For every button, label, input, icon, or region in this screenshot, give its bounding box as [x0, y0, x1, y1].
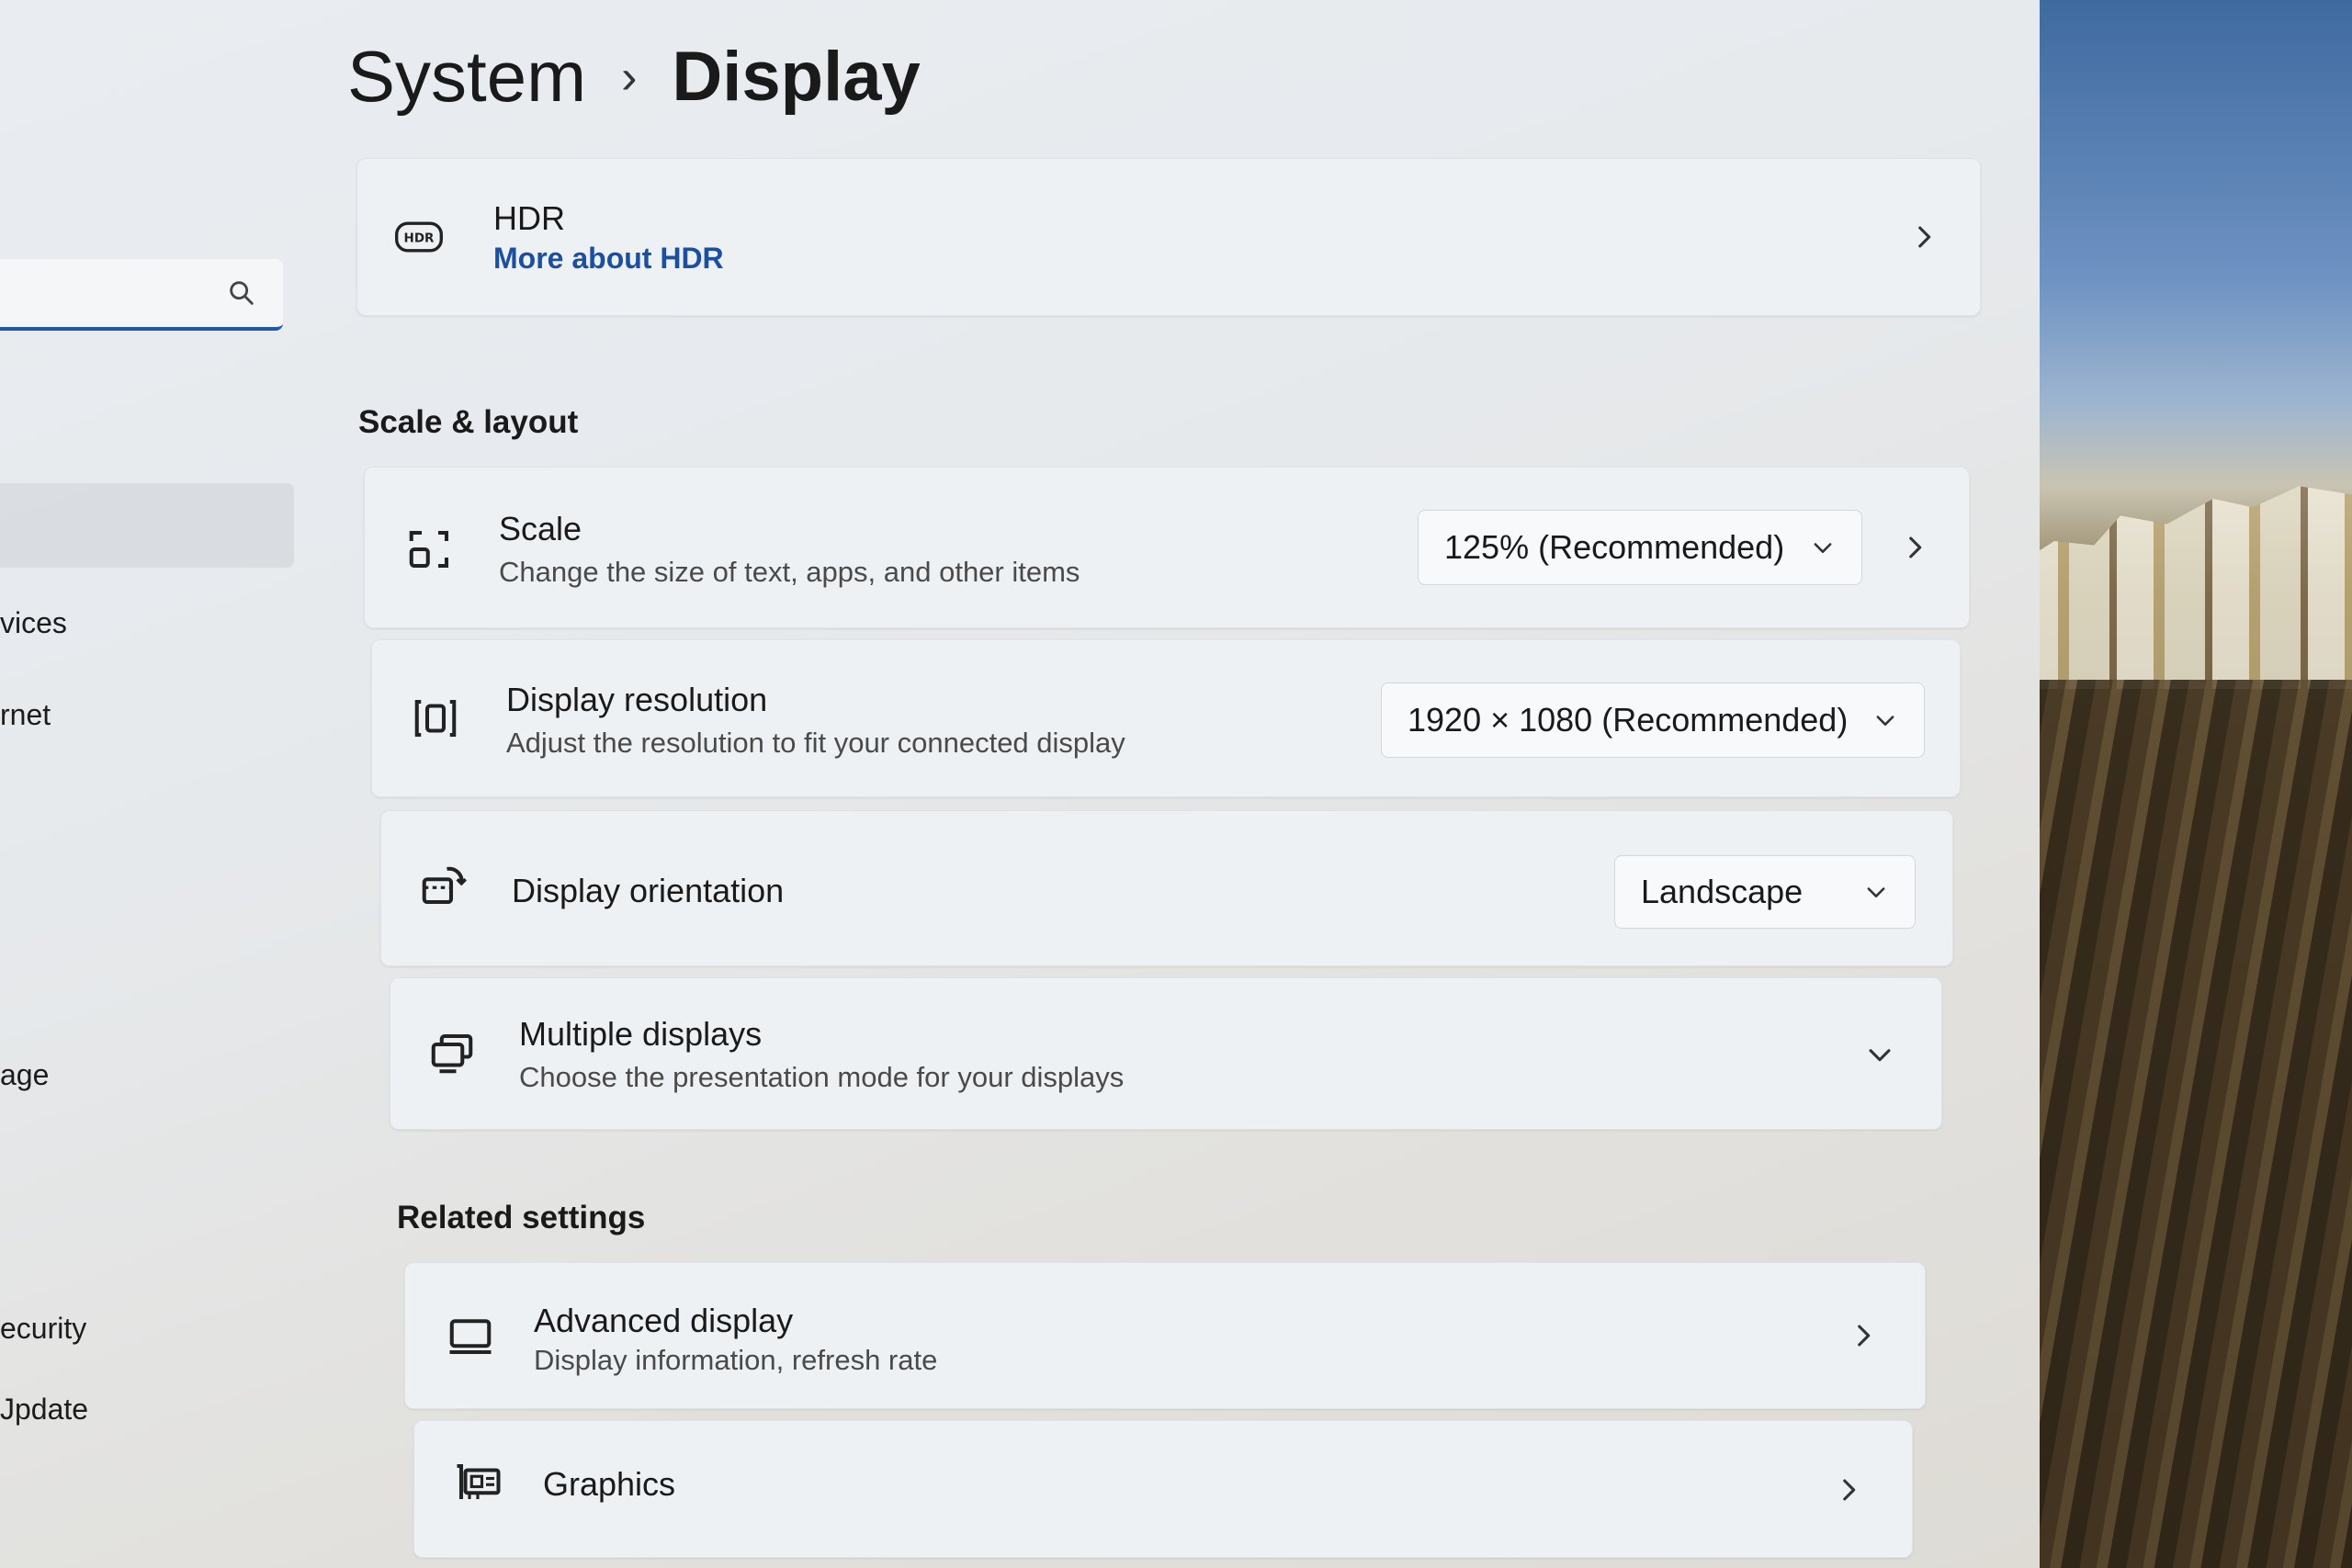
resolution-subtitle: Adjust the resolution to fit your connec…: [506, 727, 1125, 759]
chevron-down-icon: [1867, 887, 1885, 897]
section-scale-layout: Scale & layout: [358, 404, 579, 440]
chevron-right-icon: [1918, 226, 1931, 248]
page-title: Display: [672, 38, 921, 116]
chevron-down-icon: [1814, 543, 1832, 553]
orientation-dropdown[interactable]: Landscape: [1614, 855, 1916, 929]
multiple-displays-card[interactable]: Multiple displays Choose the presentatio…: [390, 977, 1942, 1130]
multiple-displays-icon: [431, 1033, 473, 1074]
sidebar-item-devices[interactable]: vices: [0, 606, 67, 640]
resolution-card: Display resolution Adjust the resolution…: [371, 639, 1961, 797]
resolution-icon: [414, 699, 457, 738]
scale-icon: [409, 530, 449, 569]
advanced-display-title: Advanced display: [534, 1302, 794, 1339]
sidebar: vices rnet age ecurity Jpdate: [0, 0, 303, 1568]
hdr-icon: HDR: [395, 221, 443, 253]
scale-title: Scale: [499, 510, 582, 547]
breadcrumb-system[interactable]: System: [347, 35, 586, 118]
orientation-card: Display orientation Landscape: [380, 810, 1953, 966]
breadcrumb: System › Display: [347, 35, 921, 118]
svg-text:HDR: HDR: [404, 231, 435, 245]
scale-card[interactable]: Scale Change the size of text, apps, and…: [364, 467, 1970, 628]
chevron-right-icon: [1843, 1479, 1856, 1501]
sidebar-item-language[interactable]: age: [0, 1058, 49, 1092]
search-icon: [230, 281, 254, 305]
chevron-down-icon: [1876, 716, 1894, 726]
scale-dropdown[interactable]: 125% (Recommended): [1418, 510, 1862, 585]
hdr-title: HDR: [493, 199, 565, 237]
sidebar-item-update[interactable]: Jpdate: [0, 1393, 88, 1427]
orientation-dropdown-value: Landscape: [1641, 873, 1804, 910]
sidebar-item-system[interactable]: [0, 483, 294, 568]
hdr-card[interactable]: HDR HDR More about HDR: [356, 158, 1981, 316]
wallpaper-cliff: [2003, 680, 2352, 1568]
scale-subtitle: Change the size of text, apps, and other…: [499, 556, 1080, 588]
search-input[interactable]: [0, 259, 283, 331]
sidebar-item-network[interactable]: rnet: [0, 698, 51, 732]
advanced-display-card[interactable]: Advanced display Display information, re…: [404, 1262, 1926, 1409]
section-related-settings: Related settings: [397, 1200, 646, 1235]
breadcrumb-separator: ›: [621, 50, 638, 104]
graphics-card-icon: [457, 1463, 501, 1499]
orientation-title: Display orientation: [512, 872, 785, 909]
graphics-title: Graphics: [543, 1465, 676, 1503]
rotate-icon: [422, 866, 468, 905]
chevron-down-icon[interactable]: [1864, 1039, 1895, 1070]
hdr-more-link[interactable]: More about HDR: [493, 242, 724, 276]
settings-window: vices rnet age ecurity Jpdate System › D…: [0, 0, 2040, 1568]
multiple-displays-subtitle: Choose the presentation mode for your di…: [519, 1061, 1125, 1093]
multiple-displays-title: Multiple displays: [519, 1015, 763, 1053]
graphics-card[interactable]: Graphics: [413, 1420, 1913, 1558]
chevron-right-icon[interactable]: [1899, 532, 1930, 563]
resolution-dropdown[interactable]: 1920 × 1080 (Recommended): [1381, 682, 1925, 758]
resolution-dropdown-value: 1920 × 1080 (Recommended): [1408, 701, 1849, 739]
chevron-right-icon: [1858, 1325, 1871, 1347]
sidebar-item-security[interactable]: ecurity: [0, 1312, 86, 1346]
scale-dropdown-value: 125% (Recommended): [1444, 528, 1785, 566]
resolution-title: Display resolution: [506, 681, 768, 718]
monitor-icon: [449, 1319, 492, 1355]
advanced-display-subtitle: Display information, refresh rate: [534, 1344, 938, 1376]
